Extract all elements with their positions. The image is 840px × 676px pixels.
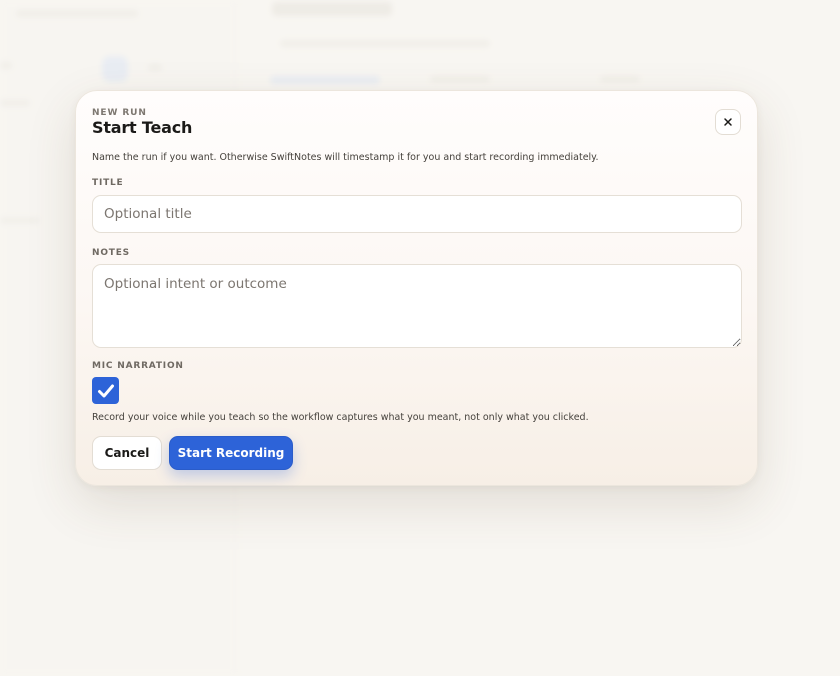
start-recording-button[interactable]: Start Recording — [169, 436, 293, 470]
start-teach-dialog: NEW RUN Start Teach Name the run if you … — [75, 90, 758, 486]
close-button[interactable] — [715, 109, 741, 135]
dialog-title: Start Teach — [92, 118, 193, 137]
cancel-button[interactable]: Cancel — [92, 436, 162, 470]
close-icon — [724, 118, 732, 126]
mic-narration-checkbox[interactable] — [92, 377, 119, 404]
dialog-eyebrow: NEW RUN — [92, 108, 147, 118]
title-input[interactable] — [92, 195, 742, 233]
dialog-description: Name the run if you want. Otherwise Swif… — [92, 152, 599, 163]
notes-field-label: NOTES — [92, 248, 130, 258]
mic-narration-label: MIC NARRATION — [92, 361, 184, 371]
notes-textarea[interactable] — [92, 264, 742, 348]
mic-narration-help-text: Record your voice while you teach so the… — [92, 412, 589, 423]
title-field-label: TITLE — [92, 178, 124, 188]
checkmark-icon — [97, 384, 114, 397]
